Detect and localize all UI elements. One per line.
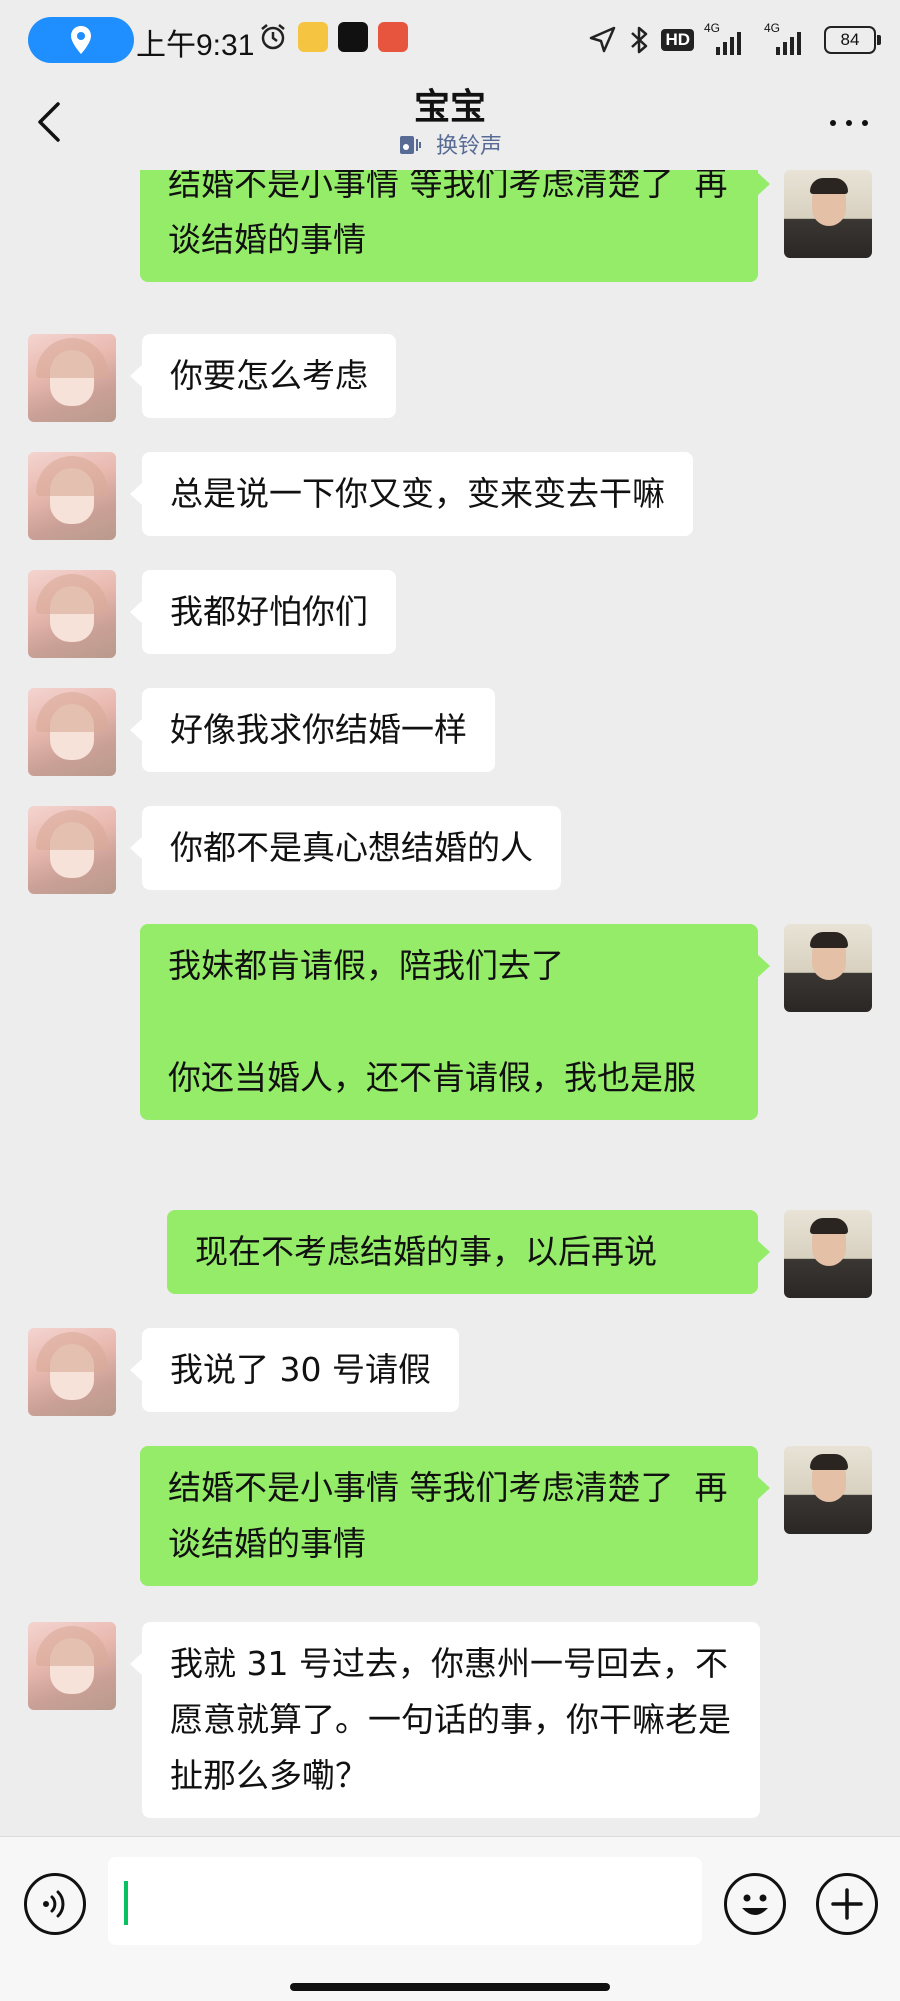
contact-avatar[interactable]: [28, 1622, 116, 1710]
signal-strength-1: 4G: [704, 21, 754, 55]
location-pin-icon: [71, 26, 91, 54]
message-bubble-in[interactable]: 总是说一下你又变，变来变去干嘛: [130, 452, 693, 536]
input-bar: [0, 1836, 900, 2001]
message-bubble-in[interactable]: 我都好怕你们: [130, 570, 396, 654]
battery-level: 84: [824, 26, 881, 54]
contact-avatar[interactable]: [28, 1328, 116, 1416]
chat-header: 宝宝 换铃声: [0, 78, 900, 170]
contact-avatar[interactable]: [28, 688, 116, 776]
home-indicator[interactable]: [290, 1983, 610, 1991]
game-notification-icon: [378, 22, 408, 52]
message-bubble-in[interactable]: 你都不是真心想结婚的人: [130, 806, 561, 890]
message-list[interactable]: 结婚不是小事情 等我们考虑清楚了 再谈结婚的事情 你要怎么考虑 总是说一下你又变…: [0, 170, 900, 1836]
status-time: 上午9:31: [136, 29, 255, 62]
my-avatar[interactable]: [784, 170, 872, 258]
tiktok-notification-icon: [338, 22, 368, 52]
my-avatar[interactable]: [784, 924, 872, 1012]
message-bubble-out[interactable]: 我妹都肯请假，陪我们去了 你还当婚人，还不肯请假，我也是服: [140, 924, 770, 1120]
my-avatar[interactable]: [784, 1446, 872, 1534]
message-bubble-in[interactable]: 好像我求你结婚一样: [130, 688, 495, 772]
signal-strength-2: 4G: [764, 21, 814, 55]
ringtone-label: 换铃声: [435, 134, 502, 159]
navigation-arrow-icon: [590, 26, 616, 53]
contact-avatar[interactable]: [28, 452, 116, 540]
message-bubble-in[interactable]: 我就 31 号过去，你惠州一号回去，不愿意就算了。一句话的事，你干嘛老是扯那么多…: [130, 1622, 760, 1818]
status-indicators: HD 4G 4G 84: [587, 20, 881, 60]
contact-avatar[interactable]: [28, 570, 116, 658]
hd-badge: HD: [661, 29, 694, 51]
message-bubble-out[interactable]: 结婚不是小事情 等我们考虑清楚了 再谈结婚的事情: [140, 170, 770, 282]
contact-avatar[interactable]: [28, 806, 116, 894]
bluetooth-icon: [631, 26, 648, 54]
contact-avatar[interactable]: [28, 334, 116, 422]
message-input[interactable]: [108, 1857, 702, 1945]
voice-icon[interactable]: [24, 1873, 86, 1935]
emoji-icon[interactable]: [724, 1873, 786, 1935]
location-pill[interactable]: [28, 17, 134, 63]
text-caret: [124, 1881, 128, 1925]
message-bubble-in[interactable]: 你要怎么考虑: [130, 334, 396, 418]
message-bubble-in[interactable]: 我说了 30 号请假: [130, 1328, 459, 1412]
chat-title[interactable]: 宝宝: [0, 78, 900, 130]
ringtone-link[interactable]: 换铃声: [0, 128, 900, 160]
plus-icon[interactable]: [816, 1873, 878, 1935]
my-avatar[interactable]: [784, 1210, 872, 1298]
alarm-icon: [261, 24, 285, 50]
message-bubble-out[interactable]: 现在不考虑结婚的事，以后再说: [167, 1210, 770, 1294]
more-dots-icon[interactable]: [824, 108, 874, 138]
message-bubble-out[interactable]: 结婚不是小事情 等我们考虑清楚了 再谈结婚的事情: [140, 1446, 770, 1586]
status-bar: 上午9:31 HD 4G 4G 84: [0, 0, 900, 78]
ringtone-icon: [399, 136, 421, 154]
app-notification-icon: [298, 22, 328, 52]
